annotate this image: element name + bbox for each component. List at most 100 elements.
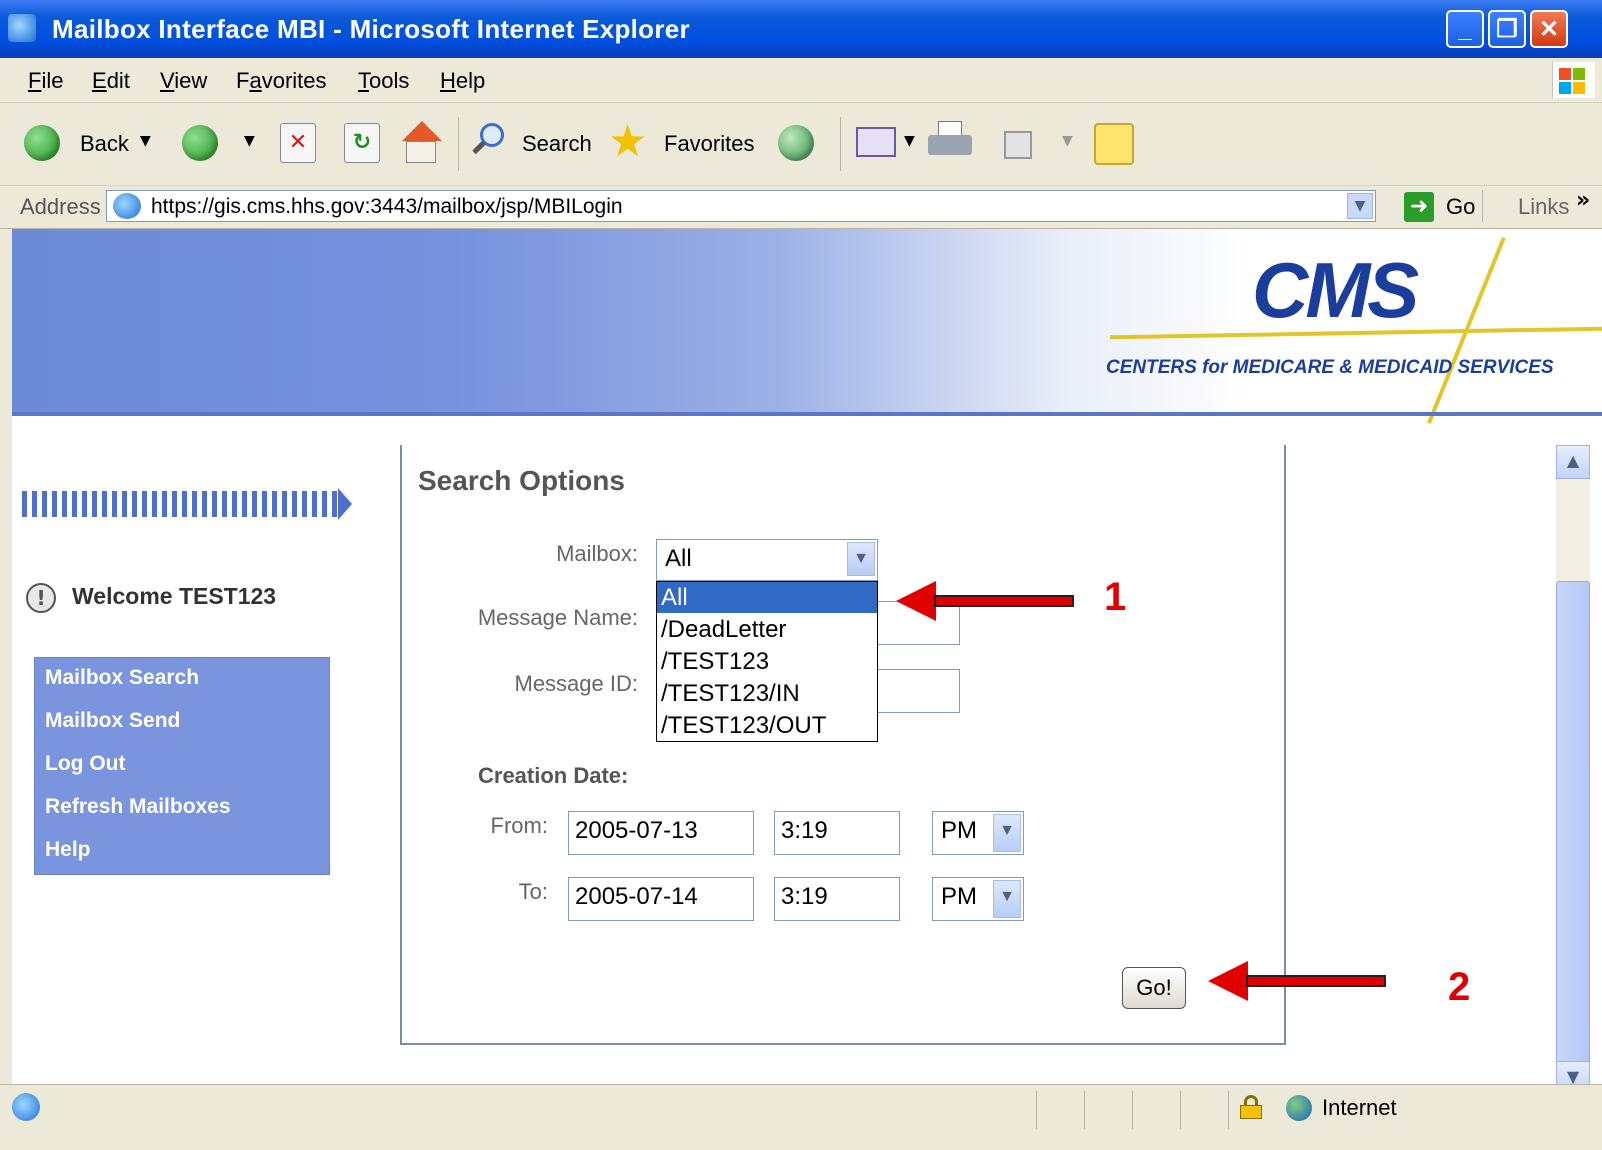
scroll-up-icon[interactable]: ▲ <box>1556 445 1590 479</box>
sidebar-item-refresh-mailboxes[interactable]: Refresh Mailboxes <box>45 795 231 819</box>
to-date-input[interactable]: 2005-07-14 <box>568 877 754 921</box>
mailbox-select[interactable]: All ▼ <box>656 539 878 581</box>
sidebar-item-mailbox-search[interactable]: Mailbox Search <box>45 666 199 690</box>
home-icon[interactable] <box>398 121 444 165</box>
dropdown-option-test123-in[interactable]: /TEST123/IN <box>657 678 877 709</box>
mailbox-dropdown-list: All /DeadLetter /TEST123 /TEST123/IN /TE… <box>656 581 878 742</box>
dropdown-option-deadletter[interactable]: /DeadLetter <box>657 614 877 645</box>
to-ampm-value: PM <box>941 883 977 910</box>
message-name-label: Message Name: <box>477 605 638 630</box>
to-label: To: <box>518 879 548 904</box>
annotation-arrow-shaft <box>934 595 1074 607</box>
toolbar-separator <box>458 117 459 171</box>
address-input[interactable]: https://gis.cms.hhs.gov:3443/mailbox/jsp… <box>106 190 1376 222</box>
maximize-button[interactable]: ❐ <box>1488 10 1526 48</box>
sidebar-item-mailbox-send[interactable]: Mailbox Send <box>45 709 180 733</box>
cms-subtitle: CENTERS for MEDICARE & MEDICAID SERVICES <box>1106 357 1554 378</box>
chevron-down-icon[interactable]: ▼ <box>847 542 875 576</box>
decorative-progress-bar <box>22 491 338 517</box>
menu-file[interactable]: File <box>28 68 63 94</box>
close-button[interactable]: ✕ <box>1530 10 1568 48</box>
print-icon[interactable] <box>928 121 972 161</box>
mailbox-label: Mailbox: <box>556 541 638 566</box>
to-ampm-select[interactable]: PM ▼ <box>932 877 1024 921</box>
status-divider <box>1036 1091 1037 1129</box>
dropdown-option-test123-out[interactable]: /TEST123/OUT <box>657 710 877 741</box>
internet-zone-label: Internet <box>1322 1095 1397 1120</box>
internet-globe-icon <box>1286 1095 1312 1121</box>
banner-divider <box>12 412 1602 416</box>
from-ampm-select[interactable]: PM ▼ <box>932 811 1024 855</box>
search-icon[interactable] <box>472 123 508 159</box>
favorites-button[interactable]: Favorites <box>664 131 754 157</box>
search-button[interactable]: Search <box>522 131 592 157</box>
ie-icon <box>8 14 36 42</box>
sidebar-item-log-out[interactable]: Log Out <box>45 752 125 776</box>
search-options-title: Search Options <box>418 465 625 496</box>
address-dropdown-icon[interactable]: ▼ <box>1347 193 1373 219</box>
address-separator <box>1482 190 1483 222</box>
from-label: From: <box>490 813 548 838</box>
minimize-button[interactable]: _ <box>1446 10 1484 48</box>
go-submit-button[interactable]: Go! <box>1122 967 1186 1009</box>
mail-icon[interactable] <box>856 127 896 157</box>
menu-tools[interactable]: Tools <box>358 68 409 94</box>
vertical-scrollbar[interactable]: ▲ ▼ <box>1556 445 1590 1095</box>
annotation-arrow-head <box>896 581 936 621</box>
mail-dropdown-icon[interactable]: ▼ <box>904 133 915 149</box>
search-options-panel <box>400 445 1286 1045</box>
annotation-number: 1 <box>1104 575 1127 619</box>
to-time-input[interactable]: 3:19 <box>774 877 900 921</box>
stop-icon[interactable]: ✕ <box>280 123 316 163</box>
lock-icon <box>1240 1095 1262 1119</box>
address-bar: Address https://gis.cms.hhs.gov:3443/mai… <box>0 186 1602 229</box>
forward-dropdown-icon[interactable]: ▼ <box>244 133 255 149</box>
back-button[interactable]: Back <box>80 131 129 157</box>
menu-help[interactable]: Help <box>440 68 485 94</box>
links-chevron-icon[interactable]: » <box>1576 188 1590 213</box>
mailbox-select-value: All <box>665 545 692 572</box>
status-bar: Internet <box>0 1084 1602 1150</box>
status-divider <box>1132 1091 1133 1129</box>
menu-edit[interactable]: Edit <box>92 68 130 94</box>
title-bar: Mailbox Interface MBI - Microsoft Intern… <box>0 0 1602 58</box>
status-divider <box>1228 1091 1229 1129</box>
menu-view[interactable]: View <box>160 68 207 94</box>
go-arrow-icon[interactable]: ➜ <box>1404 192 1434 222</box>
window-title: Mailbox Interface MBI - Microsoft Intern… <box>52 14 690 44</box>
toolbar-separator <box>840 117 841 171</box>
forward-arrow-icon[interactable] <box>182 125 218 161</box>
back-arrow-icon[interactable] <box>24 125 60 161</box>
annotation-arrow-shaft <box>1246 975 1386 987</box>
chevron-down-icon[interactable]: ▼ <box>993 880 1021 918</box>
refresh-icon[interactable]: ↻ <box>344 123 380 163</box>
address-label: Address <box>20 194 101 219</box>
dropdown-option-test123[interactable]: /TEST123 <box>657 646 877 677</box>
chevron-down-icon[interactable]: ▼ <box>993 814 1021 852</box>
go-button[interactable]: Go <box>1446 194 1475 220</box>
scroll-thumb[interactable] <box>1556 581 1590 1071</box>
menu-bar: File Edit View Favorites Tools Help <box>0 58 1602 103</box>
history-icon[interactable] <box>778 125 814 161</box>
annotation-arrow-head <box>1208 961 1248 1001</box>
links-button[interactable]: Links <box>1518 194 1569 220</box>
from-date-input[interactable]: 2005-07-13 <box>568 811 754 855</box>
dropdown-option-all[interactable]: All <box>657 582 877 613</box>
from-time-input[interactable]: 3:19 <box>774 811 900 855</box>
edit-icon[interactable] <box>1004 131 1032 159</box>
page-status-icon <box>12 1093 40 1121</box>
annotation-number: 2 <box>1448 965 1471 1009</box>
favorites-star-icon[interactable]: ★ <box>608 117 647 167</box>
message-id-label: Message ID: <box>514 671 639 696</box>
page-content: CMS CENTERS for MEDICARE & MEDICAID SERV… <box>0 229 1602 1095</box>
status-divider <box>1084 1091 1085 1129</box>
edit-dropdown-icon[interactable]: ▼ <box>1062 133 1073 149</box>
sidebar-item-help[interactable]: Help <box>45 838 91 862</box>
address-url: https://gis.cms.hhs.gov:3443/mailbox/jsp… <box>151 195 623 218</box>
messenger-note-icon[interactable] <box>1094 123 1134 165</box>
back-dropdown-icon[interactable]: ▼ <box>140 133 151 149</box>
toolbar: Back ▼ ▼ ✕ ↻ Search ★ Favorites ▼ ▼ <box>0 103 1602 186</box>
decorative-arrow-icon <box>338 488 352 520</box>
menu-favorites[interactable]: Favorites <box>236 68 327 94</box>
sidebar-nav: Mailbox Search Mailbox Send Log Out Refr… <box>34 657 330 875</box>
